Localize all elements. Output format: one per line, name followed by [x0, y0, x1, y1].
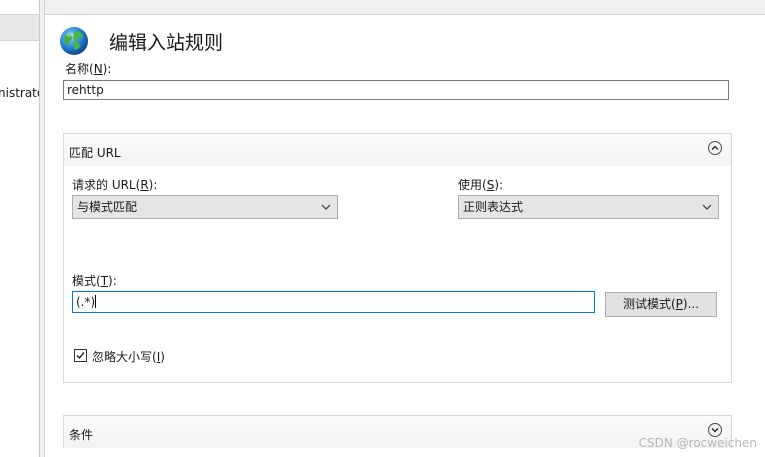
pattern-label: 模式(T): — [72, 274, 117, 288]
page-title: 编辑入站规则 — [109, 32, 224, 54]
chevron-down-icon — [711, 428, 719, 433]
chevron-up-icon — [711, 145, 719, 150]
tree-node-truncated[interactable]: nistrato — [0, 86, 39, 100]
using-select[interactable]: 正则表达式 — [458, 195, 719, 219]
match-url-title: 匹配 URL — [69, 146, 121, 160]
conditions-header[interactable]: 条件 — [64, 416, 731, 448]
tree-pane-header — [0, 14, 39, 41]
requested-url-select[interactable]: 与模式匹配 — [72, 195, 338, 219]
top-strip — [45, 0, 765, 15]
match-url-group: 匹配 URL — [63, 133, 732, 383]
expand-conditions-button[interactable] — [708, 423, 722, 437]
using-label: 使用(S): — [458, 178, 504, 192]
connections-tree-pane: nistrato — [0, 0, 40, 457]
name-label: 名称(N): — [65, 62, 112, 76]
ignore-case-checkbox[interactable] — [74, 349, 87, 362]
collapse-match-url-button[interactable] — [708, 141, 722, 155]
pattern-input[interactable]: (.*) — [72, 291, 595, 313]
text-caret — [95, 295, 97, 308]
watermark: CSDN @rocweichen — [638, 436, 757, 450]
edit-inbound-rule-panel: 编辑入站规则 名称(N): rehttp 匹配 URL 请求的 URL(R): … — [44, 0, 765, 457]
checkmark-icon — [76, 352, 85, 360]
test-pattern-button[interactable]: 测试模式(P)... — [605, 292, 717, 317]
match-url-header[interactable]: 匹配 URL — [64, 134, 731, 166]
globe-icon — [60, 27, 88, 55]
chevron-down-icon — [702, 204, 712, 210]
requested-url-label: 请求的 URL(R): — [72, 178, 158, 192]
conditions-title: 条件 — [69, 428, 94, 442]
conditions-group: 条件 — [63, 415, 732, 448]
chevron-down-icon — [321, 204, 331, 210]
ignore-case-label[interactable]: 忽略大小写(I) — [92, 348, 165, 365]
name-input[interactable]: rehttp — [63, 80, 729, 100]
